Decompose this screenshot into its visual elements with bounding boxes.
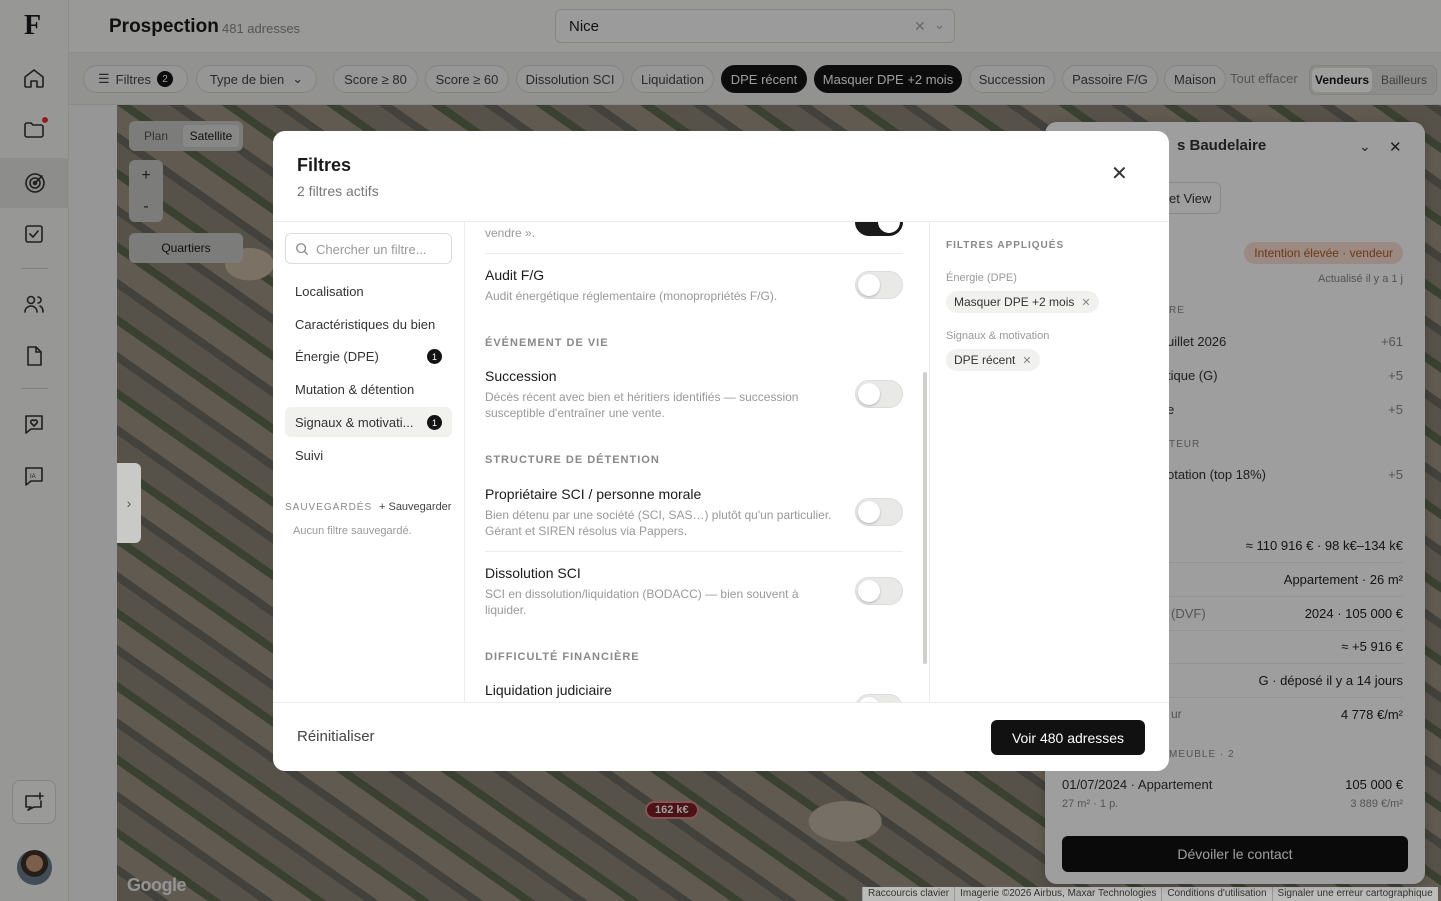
nav-signaux[interactable]: Signaux & motivati... 1 bbox=[285, 407, 452, 437]
map-attribution: Raccourcis clavier Imagerie ©2026 Airbus… bbox=[862, 887, 1438, 901]
filter-description: Bien détenu par une société (SCI, SAS…) … bbox=[485, 508, 832, 538]
search-input[interactable] bbox=[316, 240, 446, 258]
remove-icon[interactable]: ✕ bbox=[1022, 354, 1031, 367]
attribution-imagery: Imagerie ©2026 Airbus, Maxar Technologie… bbox=[954, 887, 1162, 901]
applied-tag: DPE récent ✕ bbox=[946, 349, 1040, 371]
filter-search[interactable] bbox=[285, 233, 452, 264]
filter-description: Audit énergétique réglementaire (monopro… bbox=[485, 289, 778, 303]
filter-title: Liquidation judiciaire bbox=[485, 682, 612, 698]
applied-group-label: Signaux & motivation bbox=[946, 330, 1050, 342]
scrollbar[interactable] bbox=[923, 372, 927, 664]
section-header: DIFFICULTÉ FINANCIÈRE bbox=[485, 651, 640, 663]
applied-tag: Masquer DPE +2 mois ✕ bbox=[946, 291, 1099, 313]
nav-mutation[interactable]: Mutation & détention bbox=[285, 374, 452, 404]
toggle-dissolution[interactable] bbox=[855, 577, 903, 605]
nav-label: Suivi bbox=[295, 447, 324, 463]
nav-energie[interactable]: Énergie (DPE) 1 bbox=[285, 341, 452, 371]
nav-suivi[interactable]: Suivi bbox=[285, 440, 452, 470]
filter-title: Succession bbox=[485, 368, 557, 384]
nav-label: Localisation bbox=[295, 283, 364, 299]
modal-subtitle: 2 filtres actifs bbox=[297, 183, 379, 199]
expand-panel-button[interactable]: › bbox=[117, 463, 141, 543]
modal-backdrop[interactable] bbox=[0, 105, 117, 901]
toggle-sci[interactable] bbox=[855, 498, 903, 526]
toggle-liquidation[interactable] bbox=[855, 694, 903, 702]
nav-label: Signaux & motivati... bbox=[295, 414, 414, 430]
divider bbox=[485, 253, 903, 254]
filter-title: Dissolution SCI bbox=[485, 565, 581, 581]
nav-badge: 1 bbox=[427, 349, 442, 364]
filter-description: SCI en dissolution/liquidation (BODACC) … bbox=[485, 587, 799, 617]
filters-modal: Filtres 2 filtres actifs ✕ Localisation … bbox=[273, 131, 1169, 771]
app-root: F IA Prospection 481 adresses Nice ✕ ⌄ ☰… bbox=[0, 0, 1441, 901]
nav-badge: 1 bbox=[427, 415, 442, 430]
save-filter-button[interactable]: + Sauvegarder bbox=[379, 501, 451, 513]
modal-title: Filtres bbox=[297, 155, 352, 175]
filter-title: Audit F/G bbox=[485, 267, 545, 283]
saved-header: SAUVEGARDÉS bbox=[285, 502, 373, 513]
toggle-succession[interactable] bbox=[855, 380, 903, 408]
saved-empty-text: Aucun filtre sauvegardé. bbox=[293, 525, 412, 537]
nav-label: Mutation & détention bbox=[295, 381, 415, 397]
show-results-button[interactable]: Voir 480 adresses bbox=[991, 720, 1145, 755]
tag-label: DPE récent bbox=[954, 353, 1016, 367]
nav-caracteristiques[interactable]: Caractéristiques du bien bbox=[285, 309, 452, 339]
tag-label: Masquer DPE +2 mois bbox=[954, 295, 1075, 309]
filter-description: vendre ». bbox=[485, 226, 536, 240]
divider bbox=[485, 551, 903, 552]
close-icon[interactable]: ✕ bbox=[1111, 161, 1128, 186]
nav-label: Caractéristiques du bien bbox=[295, 316, 436, 332]
modal-backdrop[interactable] bbox=[0, 0, 1441, 105]
applied-group-label: Énergie (DPE) bbox=[946, 272, 1017, 284]
nav-localisation[interactable]: Localisation bbox=[285, 276, 452, 306]
attribution-shortcuts[interactable]: Raccourcis clavier bbox=[862, 887, 955, 901]
filter-title: Propriétaire SCI / personne morale bbox=[485, 486, 702, 502]
divider bbox=[929, 222, 930, 702]
toggle-audit[interactable] bbox=[855, 271, 903, 299]
attribution-terms[interactable]: Conditions d'utilisation bbox=[1161, 887, 1272, 901]
applied-header: FILTRES APPLIQUÉS bbox=[946, 240, 1065, 251]
attribution-report[interactable]: Signaler une erreur cartographique bbox=[1271, 887, 1438, 901]
toggle-previous[interactable] bbox=[855, 222, 903, 236]
section-header: ÉVÉNEMENT DE VIE bbox=[485, 337, 609, 349]
filter-description: Décès récent avec bien et héritiers iden… bbox=[485, 390, 799, 420]
divider bbox=[273, 702, 1169, 703]
filter-list[interactable]: vendre ». Audit F/G Audit énergétique ré… bbox=[465, 222, 929, 702]
reset-button[interactable]: Réinitialiser bbox=[297, 728, 375, 745]
nav-label: Énergie (DPE) bbox=[295, 348, 379, 364]
search-icon bbox=[296, 243, 309, 256]
remove-icon[interactable]: ✕ bbox=[1081, 296, 1090, 309]
section-header: STRUCTURE DE DÉTENTION bbox=[485, 454, 660, 466]
